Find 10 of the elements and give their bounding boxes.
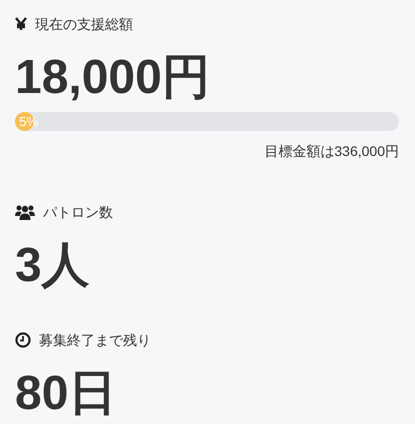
stat-label: 募集終了まで残り bbox=[39, 330, 151, 350]
goal-amount: 目標金額は336,000円 bbox=[264, 142, 399, 161]
stat-value: 18,000円 bbox=[15, 50, 210, 106]
clock-icon bbox=[15, 332, 31, 348]
stat-label: パトロン数 bbox=[43, 202, 113, 222]
stat-value: 3人 bbox=[15, 238, 90, 294]
stat-label: 現在の支援総額 bbox=[35, 14, 133, 34]
yen-icon bbox=[15, 17, 27, 31]
users-icon bbox=[15, 204, 35, 220]
stat-value: 80日 bbox=[15, 366, 116, 422]
